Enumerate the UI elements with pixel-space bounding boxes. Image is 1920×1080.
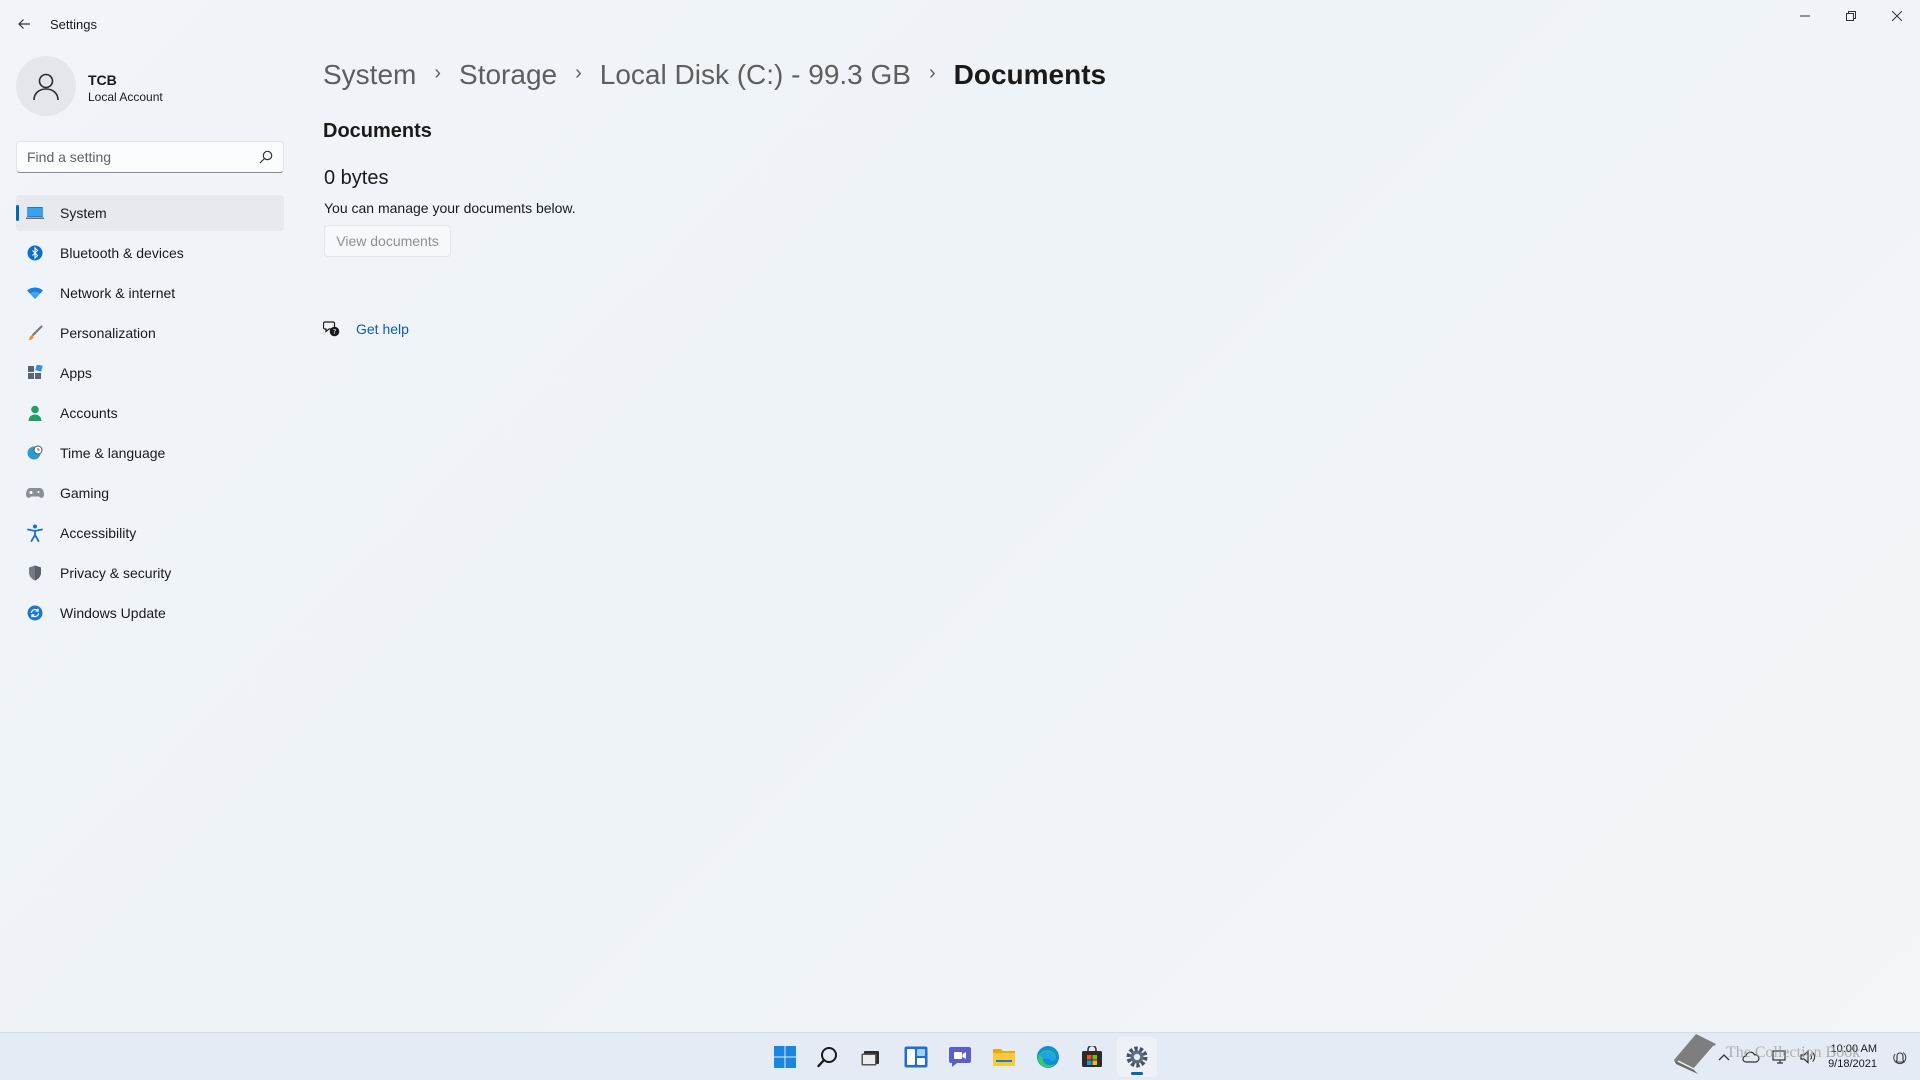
documents-size: 0 bytes (324, 167, 389, 189)
person-avatar-icon (33, 73, 59, 101)
avatar[interactable] (16, 56, 76, 116)
app-title: Settings (50, 17, 97, 32)
breadcrumb-documents: Documents (953, 59, 1107, 90)
user-profile[interactable]: TCB Local Account (16, 56, 286, 120)
task-view-button[interactable] (851, 1037, 891, 1077)
sidebar-item-accessibility[interactable]: Accessibility (16, 515, 284, 551)
store-button[interactable] (1072, 1037, 1112, 1077)
settings-window: Settings TCB Local Account Find a settin… (0, 0, 1920, 1032)
book-logo-icon (1674, 1034, 1716, 1074)
breadcrumb: System › Storage › Local Disk (C:) - 99.… (323, 55, 1106, 95)
taskbar: 10:00 AM 9/18/2021 (0, 1032, 1920, 1080)
person-icon (26, 404, 44, 422)
edge-button[interactable] (1028, 1037, 1068, 1077)
store-icon (1082, 1046, 1102, 1067)
chevron-right-icon: › (434, 61, 442, 84)
sidebar-item-label: Network & internet (60, 285, 176, 301)
sidebar-item-privacy[interactable]: Privacy & security (16, 555, 284, 591)
globe-clock-icon (26, 444, 44, 462)
start-button[interactable] (765, 1037, 805, 1077)
watermark: The Collection Book (1668, 1030, 1860, 1076)
chat-icon (949, 1047, 971, 1067)
documents-description: You can manage your documents below. (324, 200, 576, 216)
shield-icon (26, 564, 44, 582)
get-help-link[interactable]: ? Get help (323, 320, 409, 338)
chevron-right-icon: › (928, 61, 936, 84)
task-view-icon (861, 1051, 879, 1066)
get-help-label: Get help (356, 321, 409, 337)
user-name: TCB (88, 72, 117, 88)
breadcrumb-storage[interactable]: Storage (459, 59, 557, 91)
sidebar-item-label: Privacy & security (60, 565, 172, 581)
sidebar-item-label: Apps (60, 365, 92, 381)
bluetooth-icon (26, 244, 44, 262)
file-explorer-button[interactable] (984, 1037, 1024, 1077)
account-type: Local Account (88, 90, 163, 104)
title-bar: Settings (0, 0, 1920, 48)
file-explorer-icon (993, 1049, 1015, 1066)
sidebar-item-label: Windows Update (60, 605, 166, 621)
sidebar-item-apps[interactable]: Apps (16, 355, 284, 391)
close-button[interactable] (1874, 0, 1920, 32)
accessibility-icon (26, 524, 44, 542)
notification-icon[interactable] (1892, 1049, 1908, 1065)
laptop-icon (26, 204, 44, 222)
back-arrow-icon (18, 19, 30, 29)
search-box (16, 141, 284, 173)
breadcrumb-system[interactable]: System (323, 59, 416, 91)
sidebar-item-label: Personalization (60, 325, 156, 341)
sidebar-item-label: Time & language (60, 445, 166, 461)
active-indicator (16, 205, 19, 221)
sidebar-item-network[interactable]: Network & internet (16, 275, 284, 311)
section-title: Documents (323, 120, 432, 142)
wifi-icon (26, 284, 44, 302)
sidebar-item-windows-update[interactable]: Windows Update (16, 595, 284, 631)
sidebar-item-accounts[interactable]: Accounts (16, 395, 284, 431)
view-documents-button[interactable]: View documents (324, 225, 451, 257)
chat-button[interactable] (940, 1037, 980, 1077)
minimize-icon (1800, 15, 1810, 17)
close-icon (1892, 11, 1902, 21)
widgets-button[interactable] (896, 1037, 936, 1077)
sidebar-item-label: System (60, 205, 107, 221)
brush-icon (26, 324, 44, 342)
restore-icon (1846, 11, 1856, 21)
windows-start-icon (774, 1046, 796, 1068)
search-icon[interactable] (259, 150, 273, 164)
sidebar-item-label: Bluetooth & devices (60, 245, 184, 261)
apps-icon (26, 364, 44, 382)
taskbar-search-button[interactable] (808, 1037, 848, 1077)
back-button[interactable] (10, 12, 38, 36)
chevron-right-icon: › (575, 61, 582, 84)
search-input[interactable] (17, 142, 253, 172)
update-icon (26, 604, 44, 622)
sidebar-item-time-language[interactable]: Time & language (16, 435, 284, 471)
restore-button[interactable] (1828, 0, 1874, 32)
gamepad-icon (26, 484, 44, 502)
sidebar-item-personalization[interactable]: Personalization (16, 315, 284, 351)
sidebar-item-label: Accounts (60, 405, 118, 421)
widgets-icon (904, 1046, 928, 1068)
sidebar-item-gaming[interactable]: Gaming (16, 475, 284, 511)
settings-gear-icon (1126, 1046, 1148, 1068)
sidebar-item-system[interactable]: System (16, 195, 284, 231)
svg-text:?: ? (333, 328, 337, 336)
minimize-button[interactable] (1782, 0, 1828, 32)
settings-taskbar-button[interactable] (1117, 1037, 1157, 1077)
sidebar-item-bluetooth[interactable]: Bluetooth & devices (16, 235, 284, 271)
watermark-text: The Collection Book (1726, 1044, 1861, 1061)
sidebar-item-label: Gaming (60, 485, 110, 501)
search-icon (817, 1047, 837, 1068)
help-chat-icon: ? (323, 321, 340, 337)
sidebar-item-label: Accessibility (60, 525, 137, 541)
breadcrumb-local-disk[interactable]: Local Disk (C:) - 99.3 GB (600, 59, 911, 91)
edge-icon (1037, 1046, 1059, 1068)
active-app-indicator (1131, 1072, 1143, 1075)
